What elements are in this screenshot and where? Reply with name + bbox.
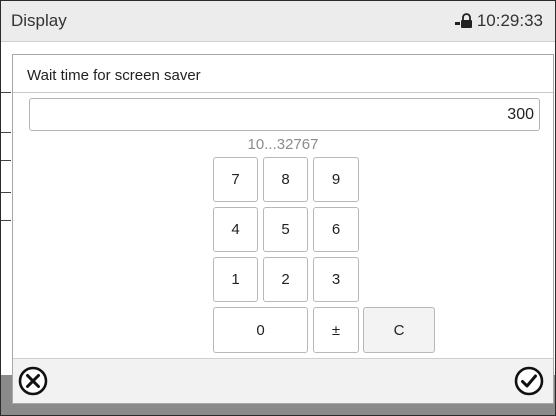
range-hint: 10...32767 [247,136,319,153]
key-plus-minus[interactable]: ± [313,307,359,353]
key-5[interactable]: 5 [263,207,308,252]
value-input[interactable]: 300 [29,98,540,131]
key-clear[interactable]: C [363,307,435,353]
dialog-footer [13,358,553,403]
header-title: Display [11,11,67,30]
confirm-icon[interactable] [513,365,545,397]
list-divider [1,92,11,93]
key-8[interactable]: 8 [263,157,308,202]
numeric-entry-dialog: Wait time for screen saver 300 10...3276… [12,54,554,404]
key-3[interactable]: 3 [313,257,359,302]
key-2[interactable]: 2 [263,257,308,302]
list-divider [1,192,11,193]
list-divider [1,160,11,161]
key-4[interactable]: 4 [213,207,258,252]
key-6[interactable]: 6 [313,207,359,252]
key-7[interactable]: 7 [213,157,258,202]
list-divider [1,132,11,133]
list-divider [1,220,11,221]
cancel-icon[interactable] [17,365,49,397]
key-1[interactable]: 1 [213,257,258,302]
lock-icon [454,13,472,28]
key-0[interactable]: 0 [213,307,308,353]
header-bar: Display 10:29:33 [1,1,555,42]
dialog-divider [13,92,553,93]
header-status: 10:29:33 [454,11,543,31]
clock-time: 10:29:33 [476,11,543,30]
key-9[interactable]: 9 [313,157,359,202]
dialog-title: Wait time for screen saver [27,67,201,84]
